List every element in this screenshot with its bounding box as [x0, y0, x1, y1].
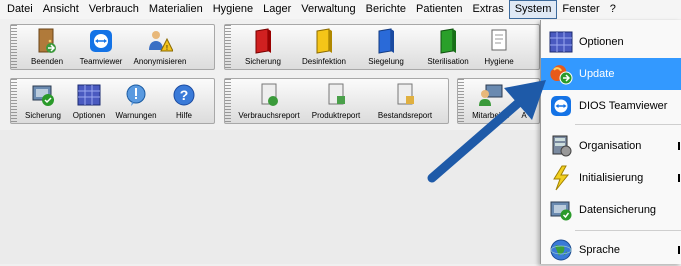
annotation-arrow-icon	[427, 80, 546, 183]
svg-text:?: ?	[180, 87, 189, 103]
vorreinigung-label: Sicherung	[244, 57, 282, 66]
sicherung-button[interactable]: Sicherung	[19, 79, 67, 123]
system-menu-optionen[interactable]: Optionen	[541, 26, 681, 58]
sprache-icon	[545, 236, 577, 264]
backup-icon	[30, 82, 56, 108]
menu-berichte[interactable]: Berichte	[361, 0, 411, 19]
warning-bubble-icon	[123, 82, 149, 108]
report-product-icon	[323, 82, 349, 108]
menu-system[interactable]: System	[508, 0, 558, 19]
warnungen-label: Warnungen	[115, 111, 157, 120]
hygiene-label: Hygiene	[484, 57, 514, 66]
document-icon	[486, 28, 512, 54]
anonymize-users-icon: !	[147, 28, 173, 54]
toolbar-grip[interactable]	[225, 25, 231, 69]
toolbar-grip[interactable]	[11, 25, 17, 69]
verbrauchsreport-label: Verbrauchsreport	[238, 111, 300, 120]
menu-verwaltung[interactable]: Verwaltung	[296, 0, 360, 19]
menu-verbrauch[interactable]: Verbrauch	[84, 0, 144, 19]
system-menu-organisation[interactable]: Organisation	[541, 130, 681, 162]
toolbar-group-general: Beenden Teamviewer ! Anonymisieren	[10, 24, 215, 70]
blue-book-icon	[373, 28, 399, 54]
system-menu-datensicherung[interactable]: Datensicherung	[541, 194, 681, 226]
toolbar-group-hygiene: Sicherung Desinfektion Siegelung Sterili…	[224, 24, 540, 70]
menu-patienten[interactable]: Patienten	[411, 0, 467, 19]
menu-materialien[interactable]: Materialien	[144, 0, 208, 19]
system-menu-sprache[interactable]: Sprache	[541, 234, 681, 266]
warnungen-button[interactable]: Warnungen	[111, 79, 161, 123]
system-menu-datensicherung-label: Datensicherung	[579, 204, 657, 216]
help-icon: ?	[171, 82, 197, 108]
optionen-toolbar-label: Optionen	[72, 111, 106, 120]
siegelung-button[interactable]: Siegelung	[355, 25, 417, 69]
toolbar-group-reports: Verbrauchsreport Produktreport Bestandsr…	[224, 78, 449, 124]
system-menu-organisation-label: Organisation	[579, 140, 642, 152]
menu-bar: Datei Ansicht Verbrauch Materialien Hygi…	[0, 0, 681, 19]
hilfe-label: Hilfe	[175, 111, 192, 120]
toolbar-group-system: Sicherung Optionen Warnungen ? Hilfe	[10, 78, 215, 124]
system-menu: Optionen Update DIOS Teamviewer Organisa…	[540, 20, 681, 264]
optionen-toolbar-button[interactable]: Optionen	[67, 79, 111, 123]
beenden-button[interactable]: Beenden	[19, 25, 75, 69]
anonymisieren-label: Anonymisieren	[133, 57, 187, 66]
desinfektion-label: Desinfektion	[301, 57, 347, 66]
teamviewer-label: Teamviewer	[79, 57, 123, 66]
produktreport-button[interactable]: Produktreport	[305, 79, 367, 123]
submenu-arrow-icon	[678, 142, 680, 150]
menu-separator	[575, 124, 681, 125]
yellow-book-icon	[311, 28, 337, 54]
menu-fenster[interactable]: Fenster	[557, 0, 604, 19]
options-icon	[545, 28, 577, 56]
system-menu-update-label: Update	[579, 68, 615, 80]
sterilisation-button[interactable]: Sterilisation	[417, 25, 479, 69]
siegelung-label: Siegelung	[368, 57, 404, 66]
teamviewer-button[interactable]: Teamviewer	[75, 25, 127, 69]
hygiene-button[interactable]: Hygiene	[479, 25, 519, 69]
menu-extras[interactable]: Extras	[468, 0, 509, 19]
system-menu-initialisierung[interactable]: Initialisierung	[541, 162, 681, 194]
system-menu-update[interactable]: Update	[541, 58, 681, 90]
system-menu-dios-teamviewer[interactable]: DIOS Teamviewer	[541, 90, 681, 122]
system-menu-teamviewer-label: DIOS Teamviewer	[579, 100, 668, 112]
red-book-icon	[250, 28, 276, 54]
vorreinigung-button[interactable]: Sicherung	[233, 25, 293, 69]
sterilisation-label: Sterilisation	[427, 57, 469, 66]
submenu-arrow-icon	[678, 246, 680, 254]
system-menu-sprache-label: Sprache	[579, 244, 620, 256]
hilfe-button[interactable]: ? Hilfe	[161, 79, 207, 123]
datensicherung-icon	[545, 196, 577, 224]
menu-separator	[575, 230, 681, 231]
toolbar-grip[interactable]	[225, 79, 231, 123]
menu-lager[interactable]: Lager	[258, 0, 296, 19]
system-menu-initialisierung-label: Initialisierung	[579, 172, 644, 184]
options-grid-icon	[76, 82, 102, 108]
desinfektion-button[interactable]: Desinfektion	[293, 25, 355, 69]
door-exit-icon	[34, 28, 60, 54]
submenu-arrow-icon	[678, 174, 680, 182]
menu-hygiene[interactable]: Hygiene	[208, 0, 258, 19]
anonymisieren-button[interactable]: ! Anonymisieren	[127, 25, 193, 69]
report-stock-icon	[392, 82, 418, 108]
produktreport-label: Produktreport	[311, 111, 361, 120]
sicherung-label: Sicherung	[24, 111, 62, 120]
toolbar-grip[interactable]	[11, 79, 17, 123]
menu-datei[interactable]: Datei	[2, 0, 38, 19]
menu-ansicht[interactable]: Ansicht	[38, 0, 84, 19]
svg-text:!: !	[166, 45, 168, 52]
menu-help[interactable]: ?	[605, 0, 621, 19]
report-green-icon	[256, 82, 282, 108]
teamviewer-icon	[88, 28, 114, 54]
beenden-label: Beenden	[30, 57, 64, 66]
system-menu-optionen-label: Optionen	[579, 36, 624, 48]
green-book-icon	[435, 28, 461, 54]
verbrauchsreport-button[interactable]: Verbrauchsreport	[233, 79, 305, 123]
